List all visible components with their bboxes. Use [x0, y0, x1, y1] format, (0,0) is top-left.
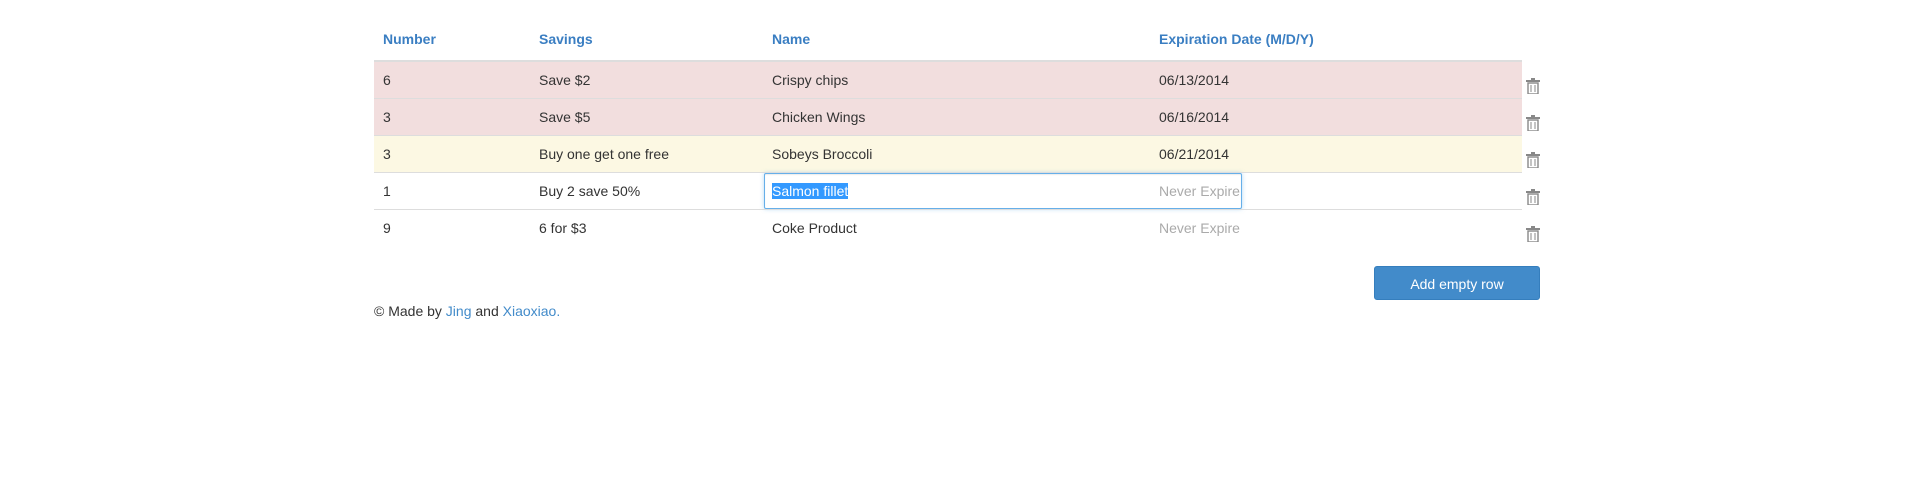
main-container: Number Savings Name Expiration Date (M/D… — [374, 18, 1540, 319]
selected-text: Salmon fillet — [772, 183, 849, 199]
cell-expiration[interactable]: 06/21/2014 — [1150, 135, 1522, 173]
cell-number[interactable]: 9 — [374, 209, 530, 246]
cell-savings[interactable]: Buy 2 save 50% — [530, 172, 763, 210]
author-link-xiaoxiao[interactable]: Xiaoxiao — [503, 303, 557, 319]
footer-prefix: © Made by — [374, 303, 446, 319]
cell-expiration[interactable]: Never Expire — [1150, 209, 1522, 246]
cell-expiration[interactable]: 06/13/2014 — [1150, 61, 1522, 99]
column-header-expiration[interactable]: Expiration Date (M/D/Y) — [1150, 18, 1522, 62]
cell-number[interactable]: 3 — [374, 135, 530, 173]
trash-icon[interactable] — [1526, 189, 1540, 205]
table-header-row: Number Savings Name Expiration Date (M/D… — [374, 18, 1522, 62]
cell-savings[interactable]: Save $5 — [530, 98, 763, 136]
footer-suffix: . — [556, 303, 561, 319]
cell-name[interactable]: Crispy chips — [763, 61, 1150, 99]
cell-number[interactable]: 6 — [374, 61, 530, 99]
table-row: 9 6 for $3 Coke Product Never Expire — [374, 209, 1522, 246]
footer-conjunction: and — [471, 303, 503, 319]
cell-name[interactable]: Coke Product — [763, 209, 1150, 246]
table-row: 1 Buy 2 save 50% Salmon fillet Never Exp… — [374, 172, 1522, 210]
cell-savings[interactable]: 6 for $3 — [530, 209, 763, 246]
cell-number[interactable]: 3 — [374, 98, 530, 136]
cell-name-editing: Salmon fillet — [763, 172, 1242, 210]
column-header-name[interactable]: Name — [763, 18, 1150, 62]
cell-savings[interactable]: Save $2 — [530, 61, 763, 99]
column-header-number[interactable]: Number — [374, 18, 530, 62]
trash-icon[interactable] — [1526, 226, 1540, 242]
cell-expiration[interactable]: 06/16/2014 — [1150, 98, 1522, 136]
cell-expiration[interactable]: Never Expire — [1150, 172, 1522, 210]
trash-icon[interactable] — [1526, 78, 1540, 94]
coupon-table: Number Savings Name Expiration Date (M/D… — [374, 18, 1522, 246]
trash-icon[interactable] — [1526, 115, 1540, 131]
table-row: 3 Save $5 Chicken Wings 06/16/2014 — [374, 98, 1522, 136]
cell-name[interactable]: Chicken Wings — [763, 98, 1150, 136]
add-empty-row-button[interactable]: Add empty row — [1374, 266, 1540, 300]
table-row: 3 Buy one get one free Sobeys Broccoli 0… — [374, 135, 1522, 173]
column-header-savings[interactable]: Savings — [530, 18, 763, 62]
cell-name[interactable]: Sobeys Broccoli — [763, 135, 1150, 173]
table-row: 6 Save $2 Crispy chips 06/13/2014 — [374, 61, 1522, 99]
cell-savings[interactable]: Buy one get one free — [530, 135, 763, 173]
cell-number[interactable]: 1 — [374, 172, 530, 210]
footer: © Made by Jing and Xiaoxiao. — [374, 303, 560, 319]
trash-icon[interactable] — [1526, 152, 1540, 168]
author-link-jing[interactable]: Jing — [446, 303, 472, 319]
